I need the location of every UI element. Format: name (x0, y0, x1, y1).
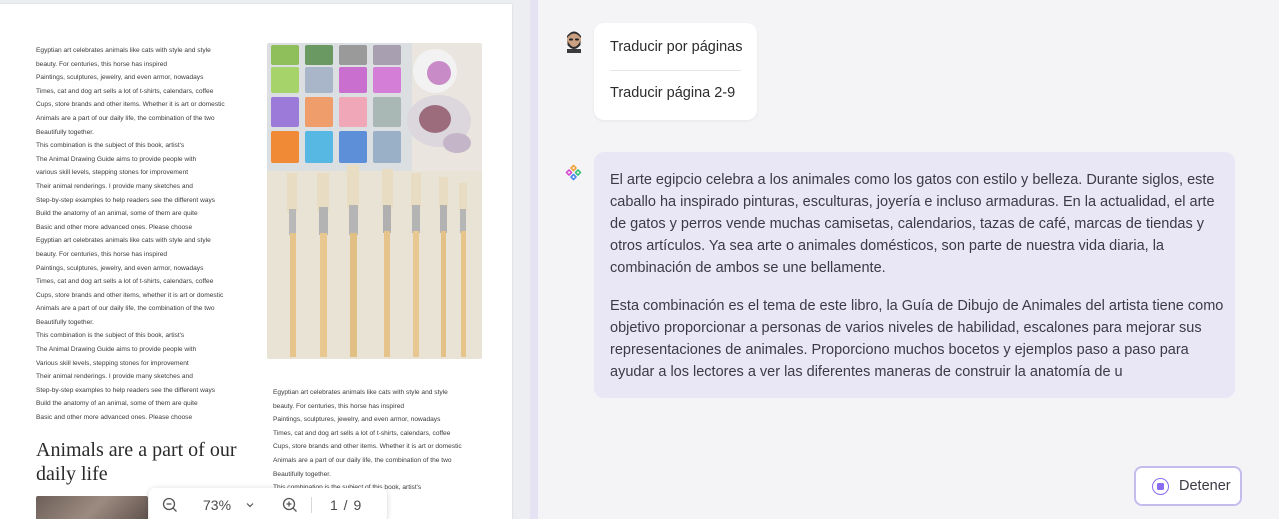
document-text-line: Build the anatomy of an animal, some of … (36, 210, 198, 218)
document-text-line: Paintings, sculptures, jewelry, and even… (273, 416, 441, 424)
translate-pages-range-option[interactable]: Traducir página 2-9 (610, 85, 735, 101)
document-text-line: Egyptian art celebrates animals like cat… (36, 237, 211, 245)
document-text-line: Egyptian art celebrates animals like cat… (36, 47, 211, 54)
document-text-line: Cups, store brands and other items, whet… (36, 291, 224, 299)
ai-response-line: de gatos y perros vende muchas camisetas… (610, 216, 1205, 232)
document-text-line: Paintings, sculptures, jewelry, and even… (36, 74, 204, 82)
document-text-line: Paintings, sculptures, jewelry, and even… (36, 264, 204, 272)
document-text-line: Cups, store brands and other items. Whet… (273, 443, 462, 451)
translate-by-pages-option[interactable]: Traducir por páginas (610, 39, 742, 55)
document-page: Egyptian art celebrates animals like cat… (0, 4, 512, 519)
document-text-line: beauty. For centuries, this horse has in… (36, 60, 168, 68)
document-heading: Animals are a part of our daily life (36, 439, 237, 485)
ai-response-line: Esta combinación es el tema de este libr… (610, 298, 1224, 314)
document-text-line: Build the anatomy of an animal, some of … (36, 400, 198, 408)
document-text-line: beauty. For centuries, this horse has in… (273, 402, 405, 410)
document-text-line: Step-by-step examples to help readers se… (36, 386, 216, 394)
document-text-line: Animals are a part of our daily life, th… (36, 114, 215, 122)
ai-response-line: objetivo proporcionar a personas de vari… (610, 320, 1202, 336)
document-viewer[interactable]: Egyptian art celebrates animals like cat… (0, 0, 530, 519)
document-text-line: Times, cat and dog art sells a lot of t-… (36, 87, 214, 95)
document-text-line: Animals are a part of our daily life, th… (36, 305, 215, 313)
zoom-in-icon[interactable] (279, 494, 301, 516)
ai-response-line: otros artículos. Ya sea arte o animales … (610, 238, 1164, 254)
ai-response-paragraph-2: Esta combinación es el tema de este libr… (610, 295, 1224, 383)
pane-splitter[interactable] (530, 0, 538, 519)
document-text-line: Various skill levels, stepping stones fo… (36, 359, 189, 367)
ai-response-line: combinación de ambos se une bellamente. (610, 260, 886, 276)
ai-response-line: representaciones de animales. Proporcion… (610, 342, 1189, 358)
document-text-line: This combination is the subject of this … (36, 332, 185, 340)
document-text-line: beauty. For centuries, this horse has in… (36, 250, 168, 258)
ai-response-line: caballo ha inspirado pinturas, escultura… (610, 194, 1215, 210)
ai-response-paragraph-1: El arte egipcio celebra a los animales c… (610, 169, 1219, 279)
document-text-line: Animals are a part of our daily life, th… (273, 456, 452, 464)
page-indicator[interactable]: 1 / 9 (330, 497, 362, 513)
document-text-line: Beautifully together. (273, 470, 331, 478)
document-text-line: Egyptian art celebrates animals like cat… (273, 389, 448, 396)
document-text-line: Cups, store brands and other items. Whet… (36, 101, 225, 109)
document-text-line: Times, cat and dog art sells a lot of t-… (36, 278, 214, 286)
chevron-down-icon[interactable] (239, 494, 261, 516)
document-thumbnail-image (36, 496, 148, 519)
user-avatar-icon (565, 31, 583, 53)
zoom-out-icon[interactable] (159, 494, 181, 516)
document-text-line: This combination is the subject of this … (36, 142, 185, 150)
ai-response-line: ayudar a los lectores a ver las diferent… (610, 364, 1123, 380)
document-text-line: Their animal renderings. I provide many … (36, 373, 193, 381)
document-text-line: Beautifully together. (36, 128, 94, 136)
user-message-card: Traducir por páginas Traducir página 2-9 (594, 23, 757, 120)
zoom-toolbar: 73% 1 / 9 (149, 488, 387, 519)
document-text-line: The Animal Drawing Guide aims to provide… (36, 346, 197, 354)
document-text-line: The Animal Drawing Guide aims to provide… (36, 155, 197, 163)
document-text-line: Beautifully together. (36, 318, 94, 326)
zoom-level[interactable]: 73% (203, 497, 235, 513)
ai-logo-icon (565, 164, 582, 181)
ai-response-bubble: El arte egipcio celebra a los animales c… (594, 152, 1235, 398)
document-text-line: Their animal renderings. I provide many … (36, 182, 193, 190)
ai-response-line: El arte egipcio celebra a los animales c… (610, 172, 1215, 188)
document-text-line: Times, cat and dog art sells a lot of t-… (273, 429, 451, 437)
option-divider (610, 70, 741, 71)
document-text-line: Basic and other more advanced ones. Plea… (36, 223, 193, 231)
stop-icon (1152, 477, 1169, 495)
toolbar-divider (311, 497, 312, 513)
stop-button-label: Detener (1179, 478, 1231, 494)
document-text-column-left: Egyptian art celebrates animals like cat… (36, 44, 251, 425)
document-text-line: Basic and other more advanced ones. Plea… (36, 414, 193, 422)
document-text-line: various skill levels, stepping stones fo… (36, 169, 189, 177)
document-text-line: Step-by-step examples to help readers se… (36, 196, 216, 204)
stop-button[interactable]: Detener (1134, 466, 1242, 506)
paint-palette-photo (267, 43, 482, 359)
